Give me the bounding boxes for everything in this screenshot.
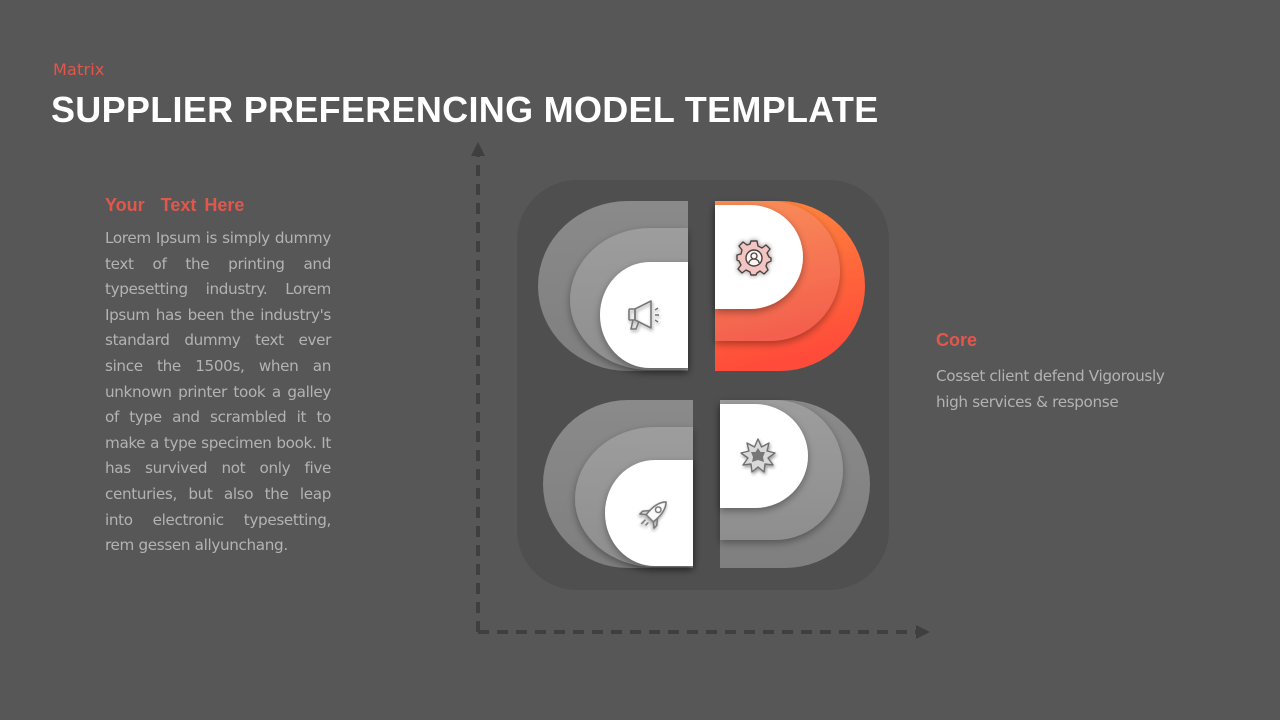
x-axis-arrowhead-icon	[916, 625, 930, 639]
y-axis-arrowhead-icon	[471, 142, 485, 156]
matrix-diagram	[471, 142, 930, 639]
gear-person-icon	[736, 240, 772, 276]
x-axis	[478, 625, 930, 639]
y-axis	[471, 142, 485, 632]
